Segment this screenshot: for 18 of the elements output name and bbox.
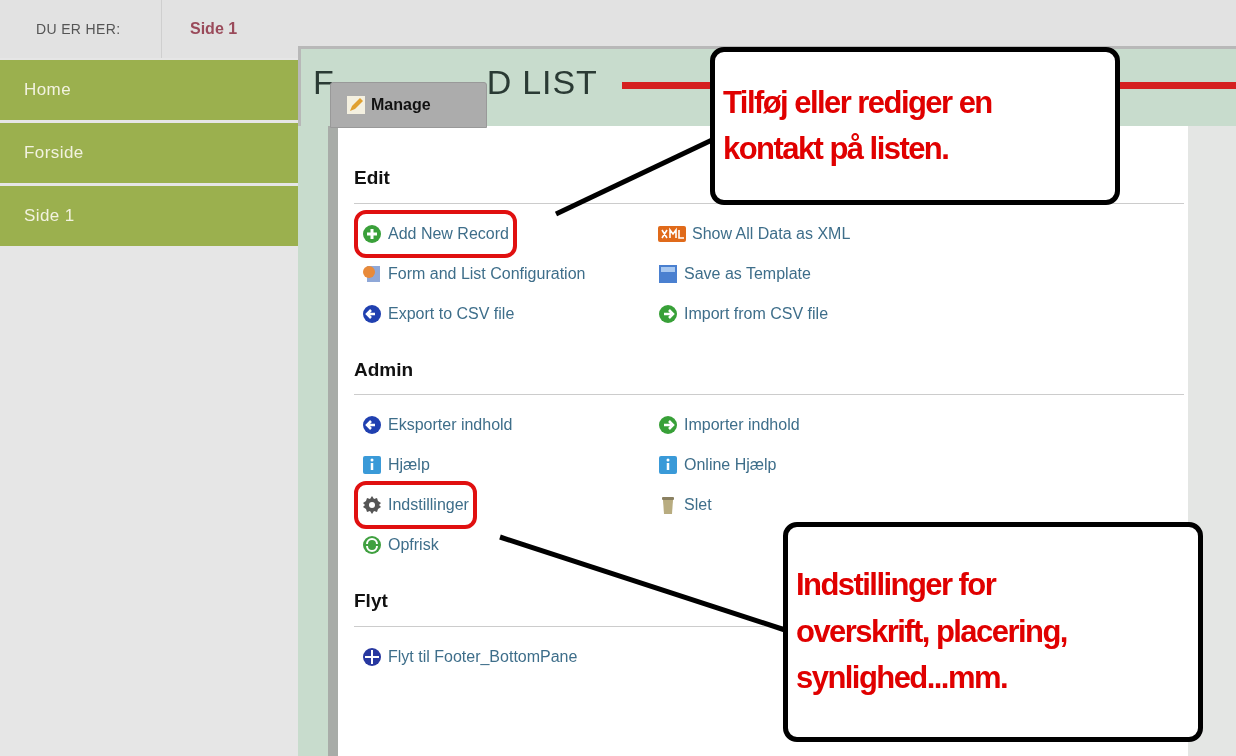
refresh-icon: [362, 535, 382, 555]
manage-link[interactable]: Indstillinger: [354, 481, 477, 529]
plus-icon: [362, 223, 382, 244]
manage-link[interactable]: Flyt til Footer_BottomPane: [354, 632, 586, 681]
module-title: D LIST: [486, 62, 598, 103]
section-heading: Admin: [354, 355, 1184, 395]
manage-link[interactable]: Add New Record: [354, 209, 517, 258]
callout-text: synlighed...mm.: [796, 659, 1009, 698]
template-icon: [658, 263, 678, 284]
help-icon: [658, 455, 678, 475]
help-icon: [362, 455, 382, 475]
move-icon: [362, 646, 382, 667]
breadcrumb-label: DU ER HER:: [0, 0, 162, 58]
settings-icon: [362, 495, 382, 515]
xml-icon: [658, 225, 686, 242]
pencil-icon: [347, 96, 365, 114]
breadcrumb-link[interactable]: Side 1: [190, 17, 238, 41]
callout-text: Tilføj eller rediger en: [723, 83, 993, 122]
